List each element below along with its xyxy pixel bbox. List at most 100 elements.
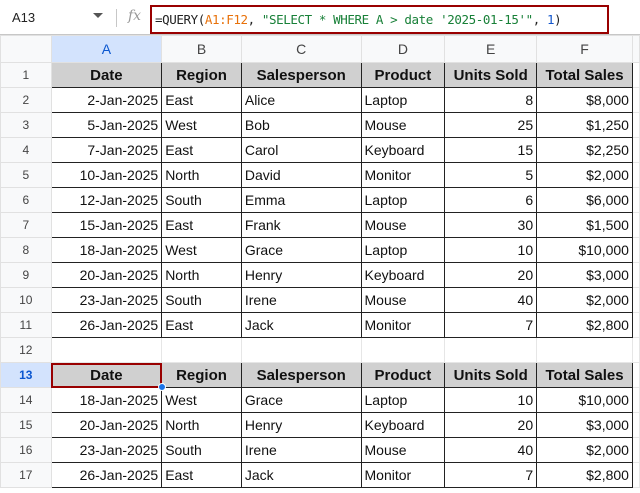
data-cell[interactable]: Irene [240, 287, 362, 313]
column-header-b[interactable]: B [161, 35, 242, 63]
data-cell[interactable]: East [161, 462, 242, 488]
data-cell[interactable]: Frank [240, 212, 362, 238]
data-cell[interactable]: David [240, 162, 362, 188]
empty-cell[interactable] [631, 412, 640, 438]
data-cell[interactable]: Keyboard [360, 137, 446, 163]
data-cell[interactable]: 6 [444, 187, 538, 213]
header-cell[interactable]: Total Sales [536, 62, 633, 88]
data-cell[interactable]: Mouse [360, 287, 446, 313]
column-header-f[interactable]: F [536, 35, 633, 63]
fill-handle[interactable] [158, 383, 166, 391]
data-cell[interactable]: Laptop [360, 387, 446, 413]
row-header[interactable]: 11 [0, 312, 52, 338]
data-cell[interactable]: 40 [444, 437, 538, 463]
data-cell[interactable]: West [161, 387, 242, 413]
data-cell[interactable]: East [161, 212, 242, 238]
data-cell[interactable]: 18-Jan-2025 [50, 387, 163, 413]
data-cell[interactable]: $2,800 [536, 462, 633, 488]
header-cell[interactable]: Region [161, 62, 242, 88]
row-header[interactable]: 10 [0, 287, 52, 313]
data-cell[interactable]: 26-Jan-2025 [50, 462, 163, 488]
empty-cell[interactable] [631, 287, 640, 313]
empty-cell[interactable] [631, 212, 640, 238]
data-cell[interactable]: $2,800 [536, 312, 633, 338]
data-cell[interactable]: 20-Jan-2025 [50, 412, 163, 438]
data-cell[interactable]: Grace [240, 387, 362, 413]
empty-cell[interactable] [631, 462, 640, 488]
empty-cell[interactable] [631, 137, 640, 163]
data-cell[interactable]: $6,000 [536, 187, 633, 213]
column-header-a[interactable]: A [50, 35, 163, 63]
row-header[interactable]: 13 [0, 362, 52, 388]
header-cell[interactable]: Product [360, 62, 446, 88]
data-cell[interactable]: 15-Jan-2025 [50, 212, 163, 238]
data-cell[interactable]: Jack [240, 462, 362, 488]
data-cell[interactable]: Henry [240, 412, 362, 438]
data-cell[interactable]: 15 [444, 137, 538, 163]
empty-cell[interactable] [631, 112, 640, 138]
data-cell[interactable]: $1,500 [536, 212, 633, 238]
data-cell[interactable]: North [161, 262, 242, 288]
row-header[interactable]: 4 [0, 137, 52, 163]
empty-cell[interactable] [161, 337, 242, 363]
data-cell[interactable]: 8 [444, 87, 538, 113]
data-cell[interactable]: 2-Jan-2025 [50, 87, 163, 113]
data-cell[interactable]: Laptop [360, 87, 446, 113]
row-header[interactable]: 5 [0, 162, 52, 188]
data-cell[interactable]: $10,000 [536, 387, 633, 413]
data-cell[interactable]: East [161, 312, 242, 338]
data-cell[interactable]: $2,000 [536, 287, 633, 313]
row-header[interactable]: 17 [0, 462, 52, 488]
empty-cell[interactable] [50, 337, 163, 363]
empty-cell[interactable] [631, 362, 640, 388]
data-cell[interactable]: Bob [240, 112, 362, 138]
data-cell[interactable]: 7-Jan-2025 [50, 137, 163, 163]
empty-cell[interactable] [360, 337, 446, 363]
data-cell[interactable]: Mouse [360, 112, 446, 138]
data-cell[interactable]: North [161, 162, 242, 188]
data-cell[interactable]: $3,000 [536, 412, 633, 438]
data-cell[interactable]: 18-Jan-2025 [50, 237, 163, 263]
data-cell[interactable]: Laptop [360, 237, 446, 263]
data-cell[interactable]: Alice [240, 87, 362, 113]
name-box[interactable]: A13 [12, 10, 35, 25]
formula-input[interactable]: =QUERY(A1:F12, "SELECT * WHERE A > date … [150, 5, 609, 34]
row-header[interactable]: 9 [0, 262, 52, 288]
header-cell[interactable]: Units Sold [444, 362, 538, 388]
data-cell[interactable]: 20-Jan-2025 [50, 262, 163, 288]
column-header-e[interactable]: E [444, 35, 538, 63]
data-cell[interactable]: Jack [240, 312, 362, 338]
data-cell[interactable]: $8,000 [536, 87, 633, 113]
data-cell[interactable]: 5-Jan-2025 [50, 112, 163, 138]
data-cell[interactable]: 30 [444, 212, 538, 238]
data-cell[interactable]: West [161, 237, 242, 263]
empty-cell[interactable] [240, 337, 362, 363]
header-cell[interactable]: Product [360, 362, 446, 388]
data-cell[interactable]: 25 [444, 112, 538, 138]
data-cell[interactable]: Monitor [360, 462, 446, 488]
empty-cell[interactable] [631, 437, 640, 463]
row-header[interactable]: 6 [0, 187, 52, 213]
header-cell[interactable]: Date [50, 362, 163, 388]
data-cell[interactable]: $1,250 [536, 112, 633, 138]
row-header[interactable]: 1 [0, 62, 52, 88]
data-cell[interactable]: Grace [240, 237, 362, 263]
data-cell[interactable]: Monitor [360, 312, 446, 338]
data-cell[interactable]: 10 [444, 387, 538, 413]
data-cell[interactable]: South [161, 187, 242, 213]
row-header[interactable]: 15 [0, 412, 52, 438]
data-cell[interactable]: Keyboard [360, 412, 446, 438]
data-cell[interactable]: South [161, 437, 242, 463]
data-cell[interactable]: 7 [444, 462, 538, 488]
column-header-extra[interactable] [631, 35, 640, 63]
data-cell[interactable]: $2,250 [536, 137, 633, 163]
empty-cell[interactable] [631, 312, 640, 338]
row-header[interactable]: 12 [0, 337, 52, 363]
data-cell[interactable]: 10 [444, 237, 538, 263]
row-header[interactable]: 14 [0, 387, 52, 413]
data-cell[interactable]: 23-Jan-2025 [50, 437, 163, 463]
select-all-corner[interactable] [0, 35, 52, 63]
data-cell[interactable]: 10-Jan-2025 [50, 162, 163, 188]
data-cell[interactable]: Monitor [360, 162, 446, 188]
header-cell[interactable]: Salesperson [240, 362, 362, 388]
